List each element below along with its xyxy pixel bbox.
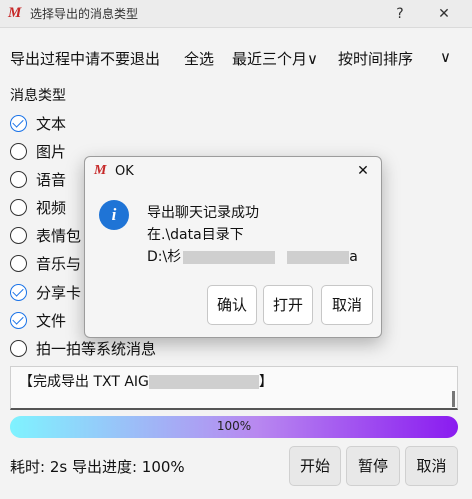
- cancel-button[interactable]: 取消: [405, 446, 458, 486]
- start-button[interactable]: 开始: [289, 446, 341, 486]
- option-label: 表情包: [36, 227, 82, 245]
- log-prefix: 【完成导出 TXT AIG: [19, 374, 149, 390]
- dialog-message-line3: D:\杉 a: [147, 246, 358, 266]
- toolbar: 导出过程中请不要退出 全选 最近三个月∨ 按时间排序 ∨: [0, 44, 472, 74]
- progress-label: 100%: [216, 419, 252, 433]
- sort-select-label[interactable]: 按时间排序: [338, 48, 413, 69]
- checkbox-checked-icon[interactable]: [10, 312, 27, 329]
- option-label: 拍一拍等系统消息: [36, 340, 157, 358]
- dialog-title: OK: [115, 164, 134, 179]
- option-label: 文本: [36, 115, 67, 133]
- checkbox-icon[interactable]: [10, 199, 27, 216]
- info-icon: i: [99, 200, 129, 230]
- date-range-select[interactable]: 最近三个月∨: [232, 48, 318, 69]
- app-logo-icon: M: [8, 5, 22, 21]
- option-label: 视频: [36, 199, 67, 217]
- option-label: 图片: [36, 143, 67, 161]
- close-button[interactable]: ✕: [430, 3, 458, 25]
- dialog-message-line1: 导出聊天记录成功: [147, 205, 259, 221]
- dialog-logo-icon: M: [94, 163, 107, 178]
- status-text: 耗时: 2s 导出进度: 100%: [10, 458, 185, 476]
- sort-chevron-down-icon[interactable]: ∨: [440, 48, 451, 66]
- option-label: 音乐与: [36, 255, 82, 273]
- checkbox-checked-icon[interactable]: [10, 115, 27, 132]
- log-suffix: 】: [258, 374, 273, 390]
- open-button[interactable]: 打开: [263, 285, 313, 325]
- log-line: 【完成导出 TXT AIG 】: [19, 371, 273, 391]
- dialog-title-bar: M OK ✕: [85, 157, 381, 187]
- option-text[interactable]: 文本: [10, 112, 270, 134]
- redacted-text: [148, 375, 259, 389]
- select-all-button[interactable]: 全选: [184, 48, 214, 69]
- checkbox-icon[interactable]: [10, 340, 27, 357]
- option-label: 语音: [36, 171, 67, 189]
- option-system-messages[interactable]: 拍一拍等系统消息: [10, 337, 270, 359]
- option-label: 文件: [36, 312, 67, 330]
- title-bar: M 选择导出的消息类型 ? ✕: [0, 0, 472, 28]
- checkbox-icon[interactable]: [10, 143, 27, 160]
- scrollbar[interactable]: [452, 391, 455, 407]
- progress-bar: 100%: [10, 416, 458, 438]
- path-prefix: D:\杉: [147, 249, 182, 265]
- checkbox-icon[interactable]: [10, 227, 27, 244]
- window-title: 选择导出的消息类型: [30, 7, 139, 21]
- option-label: 分享卡: [36, 284, 82, 302]
- success-dialog: M OK ✕ i 导出聊天记录成功 在.\data目录下 D:\杉 a 确认 打开…: [84, 156, 382, 338]
- dialog-message-line2: 在.\data目录下: [147, 227, 244, 243]
- log-output[interactable]: 【完成导出 TXT AIG 】: [10, 366, 458, 410]
- date-range-prefix: 最: [232, 50, 248, 68]
- checkbox-checked-icon[interactable]: [10, 284, 27, 301]
- help-button[interactable]: ?: [386, 3, 414, 25]
- date-range-value: 近三个月: [247, 50, 308, 68]
- redacted-text: [183, 250, 276, 264]
- checkbox-icon[interactable]: [10, 171, 27, 188]
- path-suffix: a: [349, 249, 358, 265]
- confirm-button[interactable]: 确认: [207, 285, 257, 325]
- redacted-text: [287, 250, 350, 264]
- checkbox-icon[interactable]: [10, 255, 27, 272]
- dialog-cancel-button[interactable]: 取消: [321, 285, 373, 325]
- chevron-down-icon: ∨: [307, 50, 319, 68]
- dialog-close-icon[interactable]: ✕: [353, 161, 373, 181]
- message-type-label: 消息类型: [10, 88, 66, 104]
- pause-button[interactable]: 暂停: [346, 446, 400, 486]
- export-notice: 导出过程中请不要退出: [10, 50, 161, 68]
